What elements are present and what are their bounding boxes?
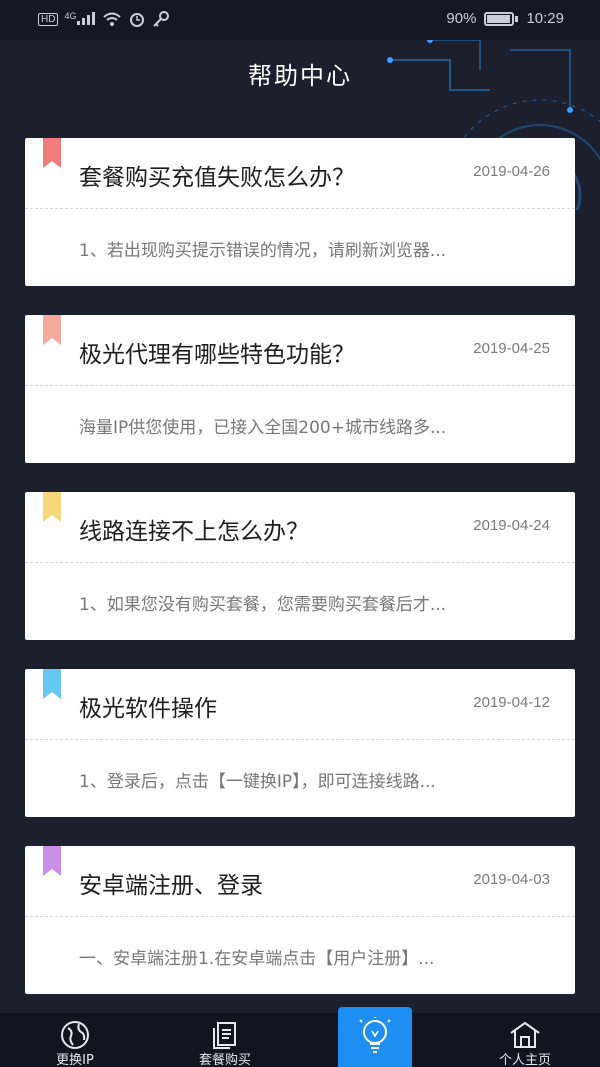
divider (25, 562, 575, 563)
battery-tip (515, 15, 519, 22)
help-article-card[interactable]: 安卓端注册、登录 2019-04-03 一、安卓端注册1.在安卓端点击【用户注册… (25, 846, 575, 994)
tab-personal-home[interactable]: 个人主页 (465, 1013, 585, 1067)
divider (25, 385, 575, 386)
bookmark-ribbon-icon (43, 669, 61, 699)
article-title: 套餐购买充值失败怎么办？ (79, 165, 355, 191)
article-date: 2019-04-12 (473, 694, 550, 711)
article-summary: 1、若出现购买提示错误的情况，请刷新浏览器... (79, 241, 447, 261)
status-icons-left: HD 4G (38, 10, 170, 28)
help-article-card[interactable]: 极光软件操作 2019-04-12 1、登录后，点击【一键换IP】，即可连接线路… (25, 669, 575, 817)
bookmark-ribbon-icon (43, 492, 61, 522)
home-icon (510, 1021, 540, 1048)
article-date: 2019-04-26 (473, 163, 550, 180)
tab-change-ip[interactable]: 更换IP (15, 1013, 135, 1067)
tab-label: 更换IP (56, 1053, 94, 1067)
status-bar: HD 4G 90% 10:29 (0, 0, 600, 40)
article-summary: 海量IP供您使用，已接入全国200+城市线路多... (79, 418, 447, 438)
tab-label: 个人主页 (498, 1053, 551, 1067)
article-title: 线路连接不上怎么办？ (79, 519, 309, 545)
battery-percent: 90% (446, 10, 477, 27)
article-summary: 1、登录后，点击【一键换IP】，即可连接线路... (79, 772, 436, 792)
globe-icon (61, 1021, 89, 1049)
hd-icon: HD (38, 12, 59, 26)
article-date: 2019-04-24 (473, 517, 550, 534)
key-icon (153, 11, 170, 27)
divider (25, 739, 575, 740)
article-date: 2019-04-03 (473, 871, 550, 888)
document-icon (213, 1022, 236, 1049)
tab-package-purchase[interactable]: 套餐购买 (165, 1013, 285, 1067)
article-date: 2019-04-25 (473, 340, 550, 357)
divider (25, 208, 575, 209)
tab-help-center[interactable] (338, 1007, 412, 1067)
help-article-card[interactable]: 线路连接不上怎么办？ 2019-04-24 1、如果您没有购买套餐，您需要购买套… (25, 492, 575, 640)
bookmark-ribbon-icon (43, 846, 61, 876)
help-article-list: 套餐购买充值失败怎么办？ 2019-04-26 1、若出现购买提示错误的情况，请… (25, 138, 575, 1023)
network-type-label: 4G (64, 10, 77, 21)
article-title: 极光软件操作 (79, 696, 217, 722)
help-article-card[interactable]: 套餐购买充值失败怎么办？ 2019-04-26 1、若出现购买提示错误的情况，请… (25, 138, 575, 286)
bookmark-ribbon-icon (43, 315, 61, 345)
article-summary: 1、如果您没有购买套餐，您需要购买套餐后才... (79, 595, 447, 615)
article-summary: 一、安卓端注册1.在安卓端点击【用户注册】... (79, 949, 435, 969)
divider (25, 916, 575, 917)
page-title: 帮助中心 (248, 62, 352, 90)
signal-4g-icon: 4G (64, 11, 96, 28)
clock: 10:29 (526, 10, 564, 27)
help-article-card[interactable]: 极光代理有哪些特色功能？ 2019-04-25 海量IP供您使用，已接入全国20… (25, 315, 575, 463)
status-icons-right: 90% 10:29 (446, 10, 564, 27)
tab-label: 套餐购买 (198, 1053, 251, 1067)
article-title: 极光代理有哪些特色功能？ (79, 342, 355, 368)
battery-icon (484, 11, 515, 26)
bookmark-ribbon-icon (43, 138, 61, 168)
bottom-tab-bar: 更换IP 套餐购买 个人主页 (0, 1007, 600, 1067)
lightbulb-icon (359, 1017, 391, 1053)
article-title: 安卓端注册、登录 (79, 873, 263, 899)
alarm-icon (130, 13, 145, 27)
wifi-icon (103, 12, 122, 26)
